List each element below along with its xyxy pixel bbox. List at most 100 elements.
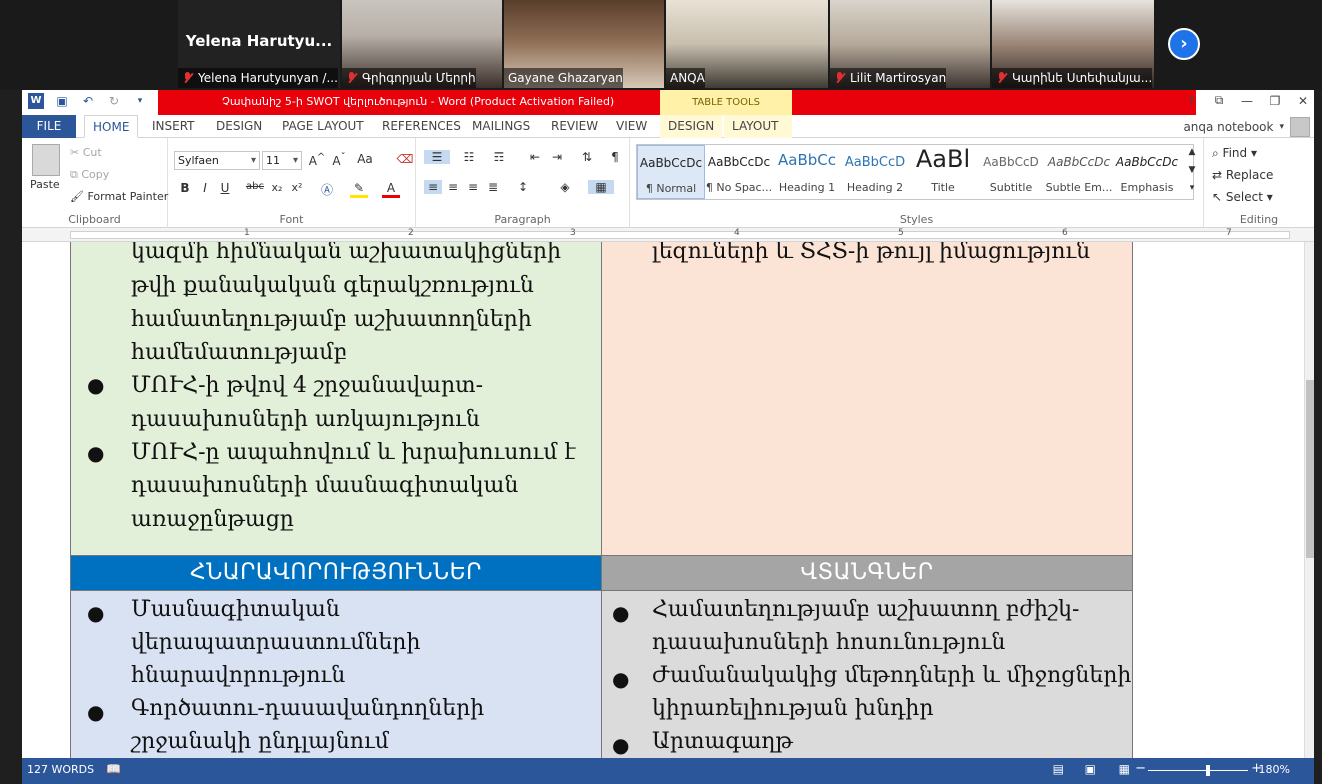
tab-review[interactable]: REVIEW	[543, 115, 606, 138]
gallery-up-icon[interactable]: ▲	[1183, 147, 1201, 157]
zoom-out-icon[interactable]: −	[1135, 761, 1146, 776]
save-icon[interactable]: ▣	[54, 93, 70, 109]
decrease-indent-icon[interactable]: ⇤	[526, 150, 544, 164]
style-normal[interactable]: AaBbCcDc ¶ Normal	[637, 145, 705, 199]
style-title[interactable]: AaBl Title	[909, 145, 977, 199]
clear-formatting-icon[interactable]: ⌫	[396, 152, 414, 166]
next-participants-button[interactable]: ›	[1168, 28, 1200, 60]
underline-icon[interactable]: U	[216, 181, 234, 195]
style-heading-1[interactable]: AaBbCc Heading 1	[773, 145, 841, 199]
show-marks-icon[interactable]: ¶	[606, 150, 624, 164]
tab-page-layout[interactable]: PAGE LAYOUT	[274, 115, 372, 138]
replace-button[interactable]: ⇄ Replace	[1212, 168, 1273, 182]
participant-tile-active-speaker[interactable]: ANQA	[666, 0, 828, 88]
tab-view[interactable]: VIEW	[608, 115, 655, 138]
align-center-icon[interactable]: ≡	[444, 180, 462, 194]
web-layout-icon[interactable]: ▦	[1119, 762, 1130, 776]
tab-mailings[interactable]: MAILINGS	[464, 115, 538, 138]
print-layout-icon[interactable]: ▣	[1085, 762, 1096, 776]
style-heading-2[interactable]: AaBbCcD Heading 2	[841, 145, 909, 199]
zoom-slider[interactable]	[1148, 770, 1248, 771]
style-emphasis[interactable]: AaBbCcDc Emphasis	[1113, 145, 1181, 199]
style-sample: AaBl	[915, 145, 971, 173]
tab-insert[interactable]: INSERT	[144, 115, 203, 138]
group-label: Editing	[1239, 213, 1279, 226]
font-color-icon[interactable]: A	[382, 181, 400, 198]
subscript-icon[interactable]: x₂	[268, 181, 286, 194]
shading-icon[interactable]: ◈	[556, 180, 574, 194]
multilevel-list-icon[interactable]: ☶	[490, 150, 508, 164]
tab-file[interactable]: FILE	[22, 115, 76, 138]
tab-home[interactable]: HOME	[84, 115, 139, 138]
opportunities-header[interactable]: ՀՆԱՐԱՎՈՐՈՒԹՅՈՒՆՆԵՐ	[70, 555, 602, 591]
scrollbar-thumb[interactable]	[1306, 380, 1314, 558]
italic-icon[interactable]: I	[196, 181, 214, 195]
strengths-cell[interactable]: կազմի հիմնական աշխատակիցների թվի քանակակ…	[70, 242, 602, 556]
participant-tile[interactable]: Yelena Harutyu... Yelena Harutyunyan /..…	[178, 0, 340, 88]
line-spacing-icon[interactable]: ↕	[514, 180, 532, 194]
style-subtle-emphasis[interactable]: AaBbCcDc Subtle Em...	[1045, 145, 1113, 199]
participant-tile[interactable]: Գրիգորյան Մերրի	[342, 0, 502, 88]
find-button[interactable]: ⌕ Find ▾	[1212, 146, 1257, 161]
borders-icon[interactable]: ▦	[588, 180, 614, 194]
numbering-icon[interactable]: ☷	[460, 150, 478, 164]
replace-icon: ⇄	[1212, 168, 1226, 182]
font-name-select[interactable]: Sylfaen	[174, 151, 260, 170]
participant-tile[interactable]: Gayane Ghazaryan	[504, 0, 664, 88]
redo-icon[interactable]: ↻	[106, 93, 122, 109]
undo-icon[interactable]: ↶	[80, 93, 96, 109]
cut-button[interactable]: ✂ Cut	[70, 146, 102, 159]
document-canvas[interactable]: կազմի հիմնական աշխատակիցների թվի քանակակ…	[22, 242, 1304, 758]
strikethrough-icon[interactable]: abc	[246, 181, 264, 192]
format-painter-button[interactable]: 🖌 Format Painter	[70, 190, 168, 203]
horizontal-ruler[interactable]: 1 2 3 4 5 6 7	[22, 228, 1314, 242]
paste-button[interactable]: Paste	[30, 178, 60, 191]
minimize-icon[interactable]: —	[1240, 94, 1254, 108]
participant-tile[interactable]: Lilit Martirosyan	[830, 0, 990, 88]
tab-references[interactable]: REFERENCES	[374, 115, 469, 138]
highlight-icon[interactable]: ✎	[350, 181, 368, 198]
copy-button[interactable]: ⧉ Copy	[70, 168, 109, 182]
justify-icon[interactable]: ≣	[484, 180, 502, 194]
weaknesses-cell[interactable]: լեզուների և ՏՀՏ-ի թույլ իմացություն	[601, 242, 1133, 556]
superscript-icon[interactable]: x²	[288, 181, 306, 194]
threats-cell[interactable]: ● Համատեղությամբ աշխատող բժիշկ- դասախոսն…	[601, 590, 1133, 758]
participant-name: Գրիգորյան Մերրի	[362, 71, 476, 85]
tab-table-layout[interactable]: LAYOUT	[724, 115, 792, 138]
sort-icon[interactable]: ⇅	[578, 150, 596, 164]
align-left-icon[interactable]: ≡	[424, 180, 442, 194]
account-area[interactable]: anqa notebook ▾	[1183, 117, 1310, 137]
gallery-down-icon[interactable]: ▼	[1183, 165, 1201, 175]
participant-tile[interactable]: Կարինե Ստեփանյա...	[992, 0, 1154, 88]
vertical-scrollbar[interactable]	[1304, 242, 1314, 758]
read-mode-icon[interactable]: ▤	[1053, 762, 1064, 776]
select-button[interactable]: ↖ Select ▾	[1212, 190, 1273, 204]
align-right-icon[interactable]: ≡	[464, 180, 482, 194]
close-icon[interactable]: ✕	[1296, 94, 1310, 108]
proofing-icon[interactable]: 📖	[106, 762, 121, 776]
paste-icon[interactable]	[32, 144, 60, 176]
style-no-spacing[interactable]: AaBbCcDc ¶ No Spac...	[705, 145, 773, 199]
help-icon[interactable]: ?	[1184, 94, 1198, 108]
threats-header[interactable]: ՎՏԱՆԳՆԵՐ	[601, 555, 1133, 591]
grow-font-icon[interactable]: A^	[308, 152, 326, 168]
font-size-select[interactable]: 11	[262, 151, 302, 170]
bullets-icon[interactable]: ☰	[424, 150, 450, 164]
zoom-level[interactable]: 180%	[1259, 763, 1290, 776]
ribbon-display-icon[interactable]: ⧉	[1212, 93, 1226, 108]
shrink-font-icon[interactable]: Aˇ	[330, 152, 348, 168]
bold-icon[interactable]: B	[176, 181, 194, 195]
word-count[interactable]: 127 WORDS	[27, 763, 94, 776]
tab-table-design[interactable]: DESIGN	[660, 115, 722, 138]
maximize-icon[interactable]: ❐	[1268, 94, 1282, 108]
style-subtitle[interactable]: AaBbCcD Subtitle	[977, 145, 1045, 199]
tab-design[interactable]: DESIGN	[208, 115, 270, 138]
change-case-icon[interactable]: Aa	[356, 152, 374, 166]
opportunities-cell[interactable]: ● Մասնագիտական վերապատրաստումների հնարավ…	[70, 590, 602, 758]
increase-indent-icon[interactable]: ⇥	[548, 150, 566, 164]
text-effects-icon[interactable]: Ⓐ	[318, 181, 336, 198]
zoom-slider-knob[interactable]	[1206, 765, 1210, 776]
style-name: Subtle Em...	[1045, 181, 1113, 194]
customize-qat-icon[interactable]: ▾	[132, 93, 148, 109]
gallery-more-icon[interactable]: ▾	[1183, 183, 1201, 193]
